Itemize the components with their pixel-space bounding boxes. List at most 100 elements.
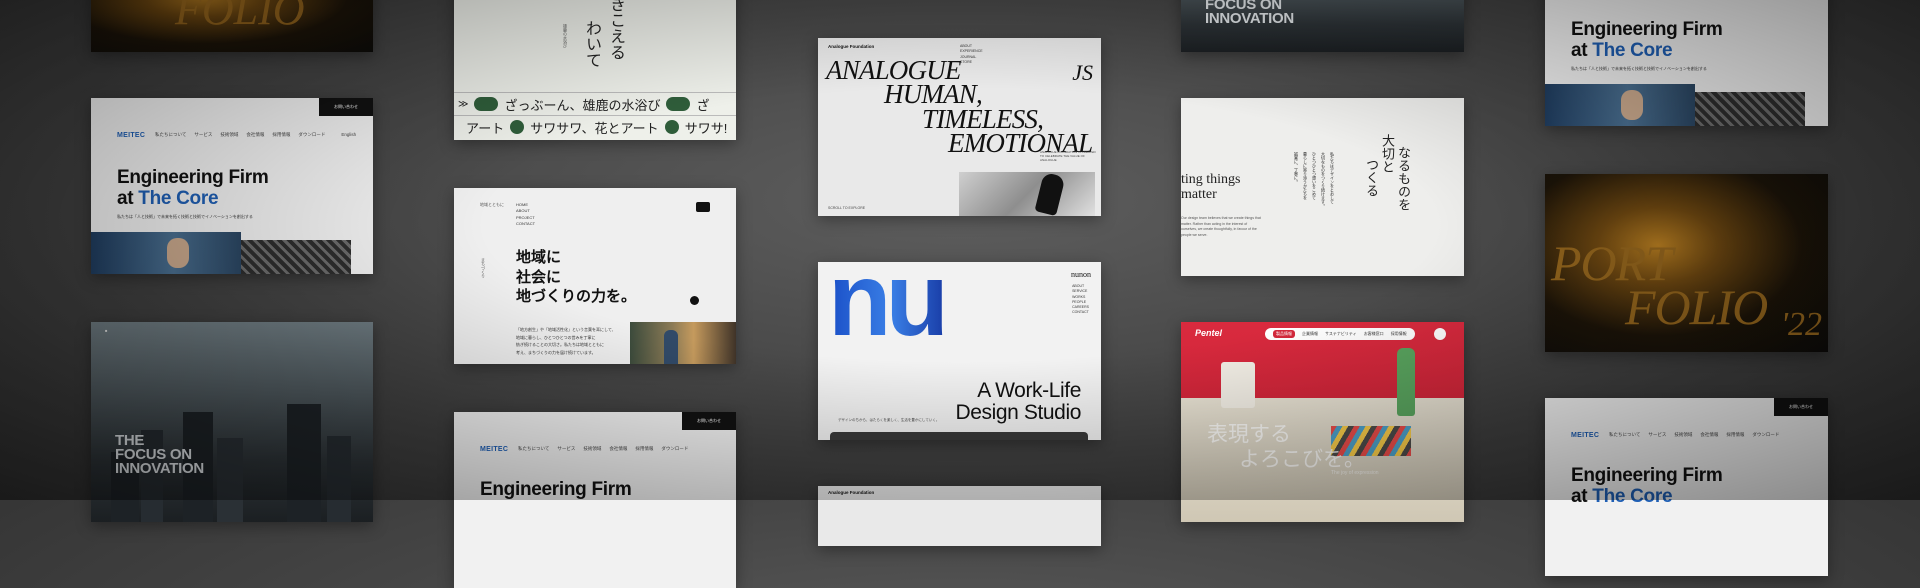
pentel-copy-en: The joy of expression — [1331, 470, 1379, 476]
vertical-headline-2: わいて — [583, 20, 602, 68]
nav-item-english[interactable]: English — [341, 132, 356, 138]
nav-item[interactable]: サステナビリティ — [1325, 331, 1357, 337]
building — [287, 404, 321, 522]
focus-nav: ■ — [105, 328, 108, 333]
chiiki-headline: 地域に 社会に 地づくりの力を。 — [516, 248, 637, 305]
small-label: 地域とともに — [480, 202, 504, 207]
brand-logo[interactable]: Analogue Foundation — [828, 490, 874, 495]
shop-photo — [630, 322, 736, 364]
menu-item[interactable]: SERVICE — [1072, 289, 1089, 294]
nav-item-active[interactable]: 製品情報 — [1273, 330, 1295, 338]
flower-icon — [664, 120, 679, 134]
nav-item[interactable]: 会社情報 — [609, 446, 627, 452]
nu-logo-mark: nu — [828, 262, 949, 352]
vertical-caption: 雄鹿の水浴び — [563, 24, 568, 48]
focus-headline: THE FOCUS ON INNOVATION — [115, 432, 204, 477]
nav-item[interactable]: 私たちについて — [1609, 432, 1640, 438]
hand-photo — [959, 171, 1095, 216]
nav-item[interactable]: 会社情報 — [1700, 432, 1718, 438]
vertical-title-3: つくる — [1363, 158, 1378, 197]
nu-card[interactable]: nu nunon ABOUT SERVICE WORKS PEOPLE CARE… — [818, 262, 1101, 440]
ticker-tail-1: ざ — [696, 97, 710, 113]
ticker-tail-2: サワサ! — [684, 120, 728, 136]
nav-item[interactable]: 技術領域 — [583, 446, 601, 452]
headline-line-1: Engineering Firm — [1571, 465, 1723, 486]
headline-line-1: Engineering Firm — [1571, 19, 1723, 40]
nav-item[interactable]: 企業情報 — [1302, 331, 1318, 337]
meitec-card-left[interactable]: お問い合わせ MEITEC 私たちについて サービス 技術領域 会社情報 採用情… — [91, 98, 373, 274]
nav-item[interactable]: ダウンロード — [1752, 432, 1779, 438]
meitec-logo[interactable]: MEITEC — [480, 446, 508, 453]
building — [327, 436, 351, 522]
nav-item[interactable]: サービス — [1648, 432, 1666, 438]
meitec-logo[interactable]: MEITEC — [1571, 432, 1599, 439]
scroll-hint[interactable]: SCROLL TO EXPLORE — [828, 206, 865, 210]
analogue-card[interactable]: Analogue Foundation ABOUT EXPERIENCE JOU… — [818, 38, 1101, 216]
search-icon[interactable] — [1434, 328, 1446, 340]
meitec-nav: 私たちについて サービス 技術領域 会社情報 採用情報 ダウンロード — [518, 446, 688, 452]
meitec-card-right-top[interactable]: Engineering Firm at The Core 私たちは「人と技術」で… — [1545, 0, 1828, 126]
analogue-card-bottom[interactable]: Analogue Foundation — [818, 486, 1101, 546]
kikoeru-card[interactable]: きこえる わいて 雄鹿の水浴び ≫ ざっぶーん、雄鹿の水浴び ざ アート サワサ… — [454, 0, 736, 140]
nav-item[interactable]: 私たちについて — [518, 446, 549, 452]
site-logo-icon[interactable] — [696, 202, 710, 212]
chiiki-card[interactable]: 地域とともに HOME ABOUT PROJECT CONTACT 地域に 社会… — [454, 188, 736, 364]
menu-item[interactable]: CONTACT — [516, 221, 535, 227]
english-headline: ting things matter — [1181, 172, 1241, 203]
focus-card-right[interactable]: FOCUS ON INNOVATION — [1181, 0, 1464, 52]
nav-item[interactable]: 採用情報 — [1726, 432, 1744, 438]
nav-item[interactable]: 私たちについて — [155, 132, 186, 138]
deer-icon — [666, 97, 691, 111]
brand-logo[interactable]: Analogue Foundation — [828, 44, 874, 49]
circuit-photo — [1695, 92, 1805, 126]
portfolio-card-top-left[interactable]: FOLIO — [91, 0, 373, 52]
ticker-row-1: ≫ ざっぶーん、雄鹿の水浴び ざ — [454, 92, 736, 116]
vertical-side-text: まちづくり — [481, 258, 486, 278]
hand-silhouette — [1034, 171, 1066, 216]
taisetsu-card[interactable]: 大切と なるものを つくる 私たちはデザインをとおして 大切なものをつくり続けま… — [1181, 98, 1464, 276]
pentel-copy: 表現する よろこびを。 — [1207, 423, 1365, 472]
meitec-logo[interactable]: MEITEC — [117, 132, 145, 139]
meitec-card-middle[interactable]: お問い合わせ MEITEC 私たちについて サービス 技術領域 会社情報 採用情… — [454, 412, 736, 588]
nav-item[interactable]: 会社情報 — [246, 132, 264, 138]
building — [217, 438, 243, 522]
brand-name[interactable]: nunon — [1071, 270, 1091, 279]
nav-item[interactable]: ダウンロード — [298, 132, 325, 138]
nav-item[interactable]: EXPERIENCE — [960, 49, 983, 54]
nav-item[interactable]: 採用情報 — [635, 446, 653, 452]
pentel-card[interactable]: Pentel 製品情報 企業情報 サステナビリティ お客様窓口 採用情報 表現す… — [1181, 322, 1464, 522]
next-arrow[interactable] — [690, 296, 699, 305]
meitec-card-right-bottom[interactable]: お問い合わせ MEITEC 私たちについて サービス 技術領域 会社情報 採用情… — [1545, 398, 1828, 576]
subcopy: 私たちは「人と技術」で未来を拓く技術と技術でイノベーションを創出する — [1571, 66, 1707, 71]
nav-item[interactable]: サービス — [194, 132, 212, 138]
page-title: Engineering Firm at The Core — [1571, 465, 1723, 508]
contact-button[interactable]: お問い合わせ — [682, 412, 736, 430]
nav-item[interactable]: 技術領域 — [1674, 432, 1692, 438]
pen-cup — [1221, 362, 1255, 408]
headline-line-2: at The Core — [1571, 485, 1673, 507]
menu-item[interactable]: CONTACT — [1072, 310, 1089, 315]
flower-icon — [510, 120, 525, 134]
nav-item[interactable]: 採用情報 — [1391, 331, 1407, 337]
ticker-text-2b: サワサワ、花とアート — [530, 120, 659, 136]
contact-button[interactable]: お問い合わせ — [1774, 398, 1828, 416]
headline-line-1: Engineering Firm — [117, 167, 269, 188]
portfolio-word: FOLIO — [175, 0, 305, 34]
ticker-text-1: ざっぶーん、雄鹿の水浴び — [504, 97, 661, 113]
headline-line-2: at The Core — [1571, 39, 1673, 61]
focus-card-left[interactable]: ■ THE FOCUS ON INNOVATION — [91, 322, 373, 522]
nav-item[interactable]: 採用情報 — [272, 132, 290, 138]
nav-item[interactable]: ダウンロード — [661, 446, 688, 452]
contact-button[interactable]: お問い合わせ — [319, 98, 373, 116]
pentel-logo[interactable]: Pentel — [1195, 328, 1222, 338]
portfolio-card-right[interactable]: PORT FOLIO '22 — [1545, 174, 1828, 352]
nav-item[interactable]: お客様窓口 — [1364, 331, 1384, 337]
vertical-body: 私たちはデザインをとおして 大切なものをつくり続けます。 ひとつひとつ想いをこめ… — [1294, 152, 1335, 208]
nu-menu: ABOUT SERVICE WORKS PEOPLE CAREERS CONTA… — [1072, 284, 1089, 316]
analogue-headline: ANALOGUE HUMAN, TIMELESS, EMOTIONAL — [826, 55, 1093, 158]
nav-item[interactable]: サービス — [557, 446, 575, 452]
nav-item[interactable]: 技術領域 — [220, 132, 238, 138]
chiiki-body: 「地方創生」や「地域活性化」という言葉を耳にして、 地域に暮らし、ひとつひとつの… — [516, 327, 616, 355]
page-title: Engineering Firm at The Core — [1571, 19, 1723, 62]
deer-icon — [474, 97, 499, 111]
